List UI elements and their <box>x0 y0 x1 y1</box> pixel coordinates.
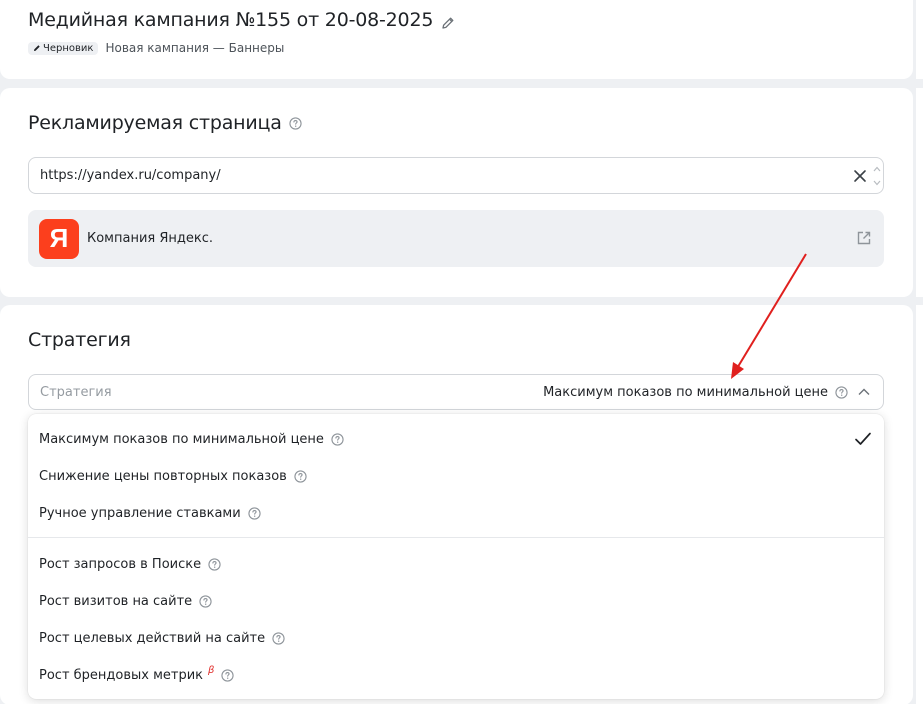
status-badge: Черновик <box>28 41 99 55</box>
status-badge-label: Черновик <box>43 42 94 54</box>
strategy-option[interactable]: Максимум показов по минимальной цене <box>28 423 884 455</box>
section-title-strategy: Стратегия <box>28 329 131 351</box>
right-panel-edge <box>916 88 923 297</box>
option-label: Рост целевых действий на сайте <box>39 630 266 646</box>
spinner-arrows[interactable] <box>873 165 881 187</box>
chevron-down-icon[interactable] <box>873 179 881 187</box>
strategy-dropdown: Максимум показов по минимальной цене Сни… <box>28 414 884 699</box>
help-icon[interactable] <box>835 385 848 399</box>
option-label: Максимум показов по минимальной цене <box>39 431 324 447</box>
right-panel-edge <box>916 305 923 704</box>
edit-pencil-icon[interactable] <box>441 13 455 29</box>
help-icon[interactable] <box>272 631 285 645</box>
strategy-card: Стратегия Стратегия Максимум показов по … <box>0 305 913 704</box>
right-panel-edge <box>916 0 923 79</box>
strategy-option[interactable]: Рост визитов на сайте <box>28 585 884 617</box>
checkmark-icon <box>855 432 871 445</box>
strategy-option[interactable]: Рост целевых действий на сайте <box>28 622 884 654</box>
campaign-subtitle: Новая кампания — Баннеры <box>105 41 285 55</box>
url-input-value[interactable]: https://yandex.ru/company/ <box>40 168 883 183</box>
page-title: Медийная кампания №155 от 20-08-2025 <box>28 9 455 31</box>
company-name: Компания Яндекс. <box>87 231 214 246</box>
strategy-select-placeholder: Стратегия <box>40 384 112 400</box>
option-label: Рост запросов в Поиске <box>39 556 202 572</box>
option-label: Рост визитов на сайте <box>39 593 193 609</box>
help-icon[interactable] <box>294 469 307 483</box>
help-icon[interactable] <box>331 432 344 446</box>
campaign-meta: Черновик Новая кампания — Баннеры <box>28 41 284 55</box>
help-icon[interactable] <box>289 116 302 130</box>
clear-icon[interactable] <box>853 169 867 183</box>
company-preview: Я Компания Яндекс. <box>28 210 884 267</box>
chevron-up-icon[interactable] <box>873 165 881 173</box>
help-icon[interactable] <box>199 594 212 608</box>
section-title-text: Стратегия <box>28 329 131 351</box>
section-title-text: Рекламируемая страница <box>28 112 282 134</box>
strategy-select[interactable]: Стратегия Максимум показов по минимально… <box>28 374 884 410</box>
section-title-advertised-page: Рекламируемая страница <box>28 112 302 134</box>
help-icon[interactable] <box>208 557 221 571</box>
campaign-header-card: Медийная кампания №155 от 20-08-2025 Чер… <box>0 0 913 79</box>
strategy-option[interactable]: Рост запросов в Поиске <box>28 548 884 580</box>
dropdown-divider <box>28 537 884 538</box>
advertised-page-card: Рекламируемая страница https://yandex.ru… <box>0 88 913 297</box>
chevron-up-icon[interactable] <box>857 385 871 399</box>
strategy-option[interactable]: Рост брендовых метрик β <box>28 659 884 691</box>
strategy-option[interactable]: Снижение цены повторных показов <box>28 460 884 492</box>
url-input[interactable]: https://yandex.ru/company/ <box>28 157 884 194</box>
help-icon[interactable] <box>221 668 235 682</box>
option-label: Снижение цены повторных показов <box>39 468 287 484</box>
draft-pencil-icon <box>34 45 40 51</box>
beta-badge: β <box>208 664 215 676</box>
option-label: Рост брендовых метрик <box>39 667 204 683</box>
help-icon[interactable] <box>248 506 261 520</box>
strategy-select-value: Максимум показов по минимальной цене <box>543 384 828 400</box>
campaign-title: Медийная кампания №155 от 20-08-2025 <box>28 9 434 31</box>
yandex-logo: Я <box>39 218 79 259</box>
strategy-option[interactable]: Ручное управление ставками <box>28 497 884 529</box>
external-link-icon[interactable] <box>856 230 872 246</box>
option-label: Ручное управление ставками <box>39 505 241 521</box>
